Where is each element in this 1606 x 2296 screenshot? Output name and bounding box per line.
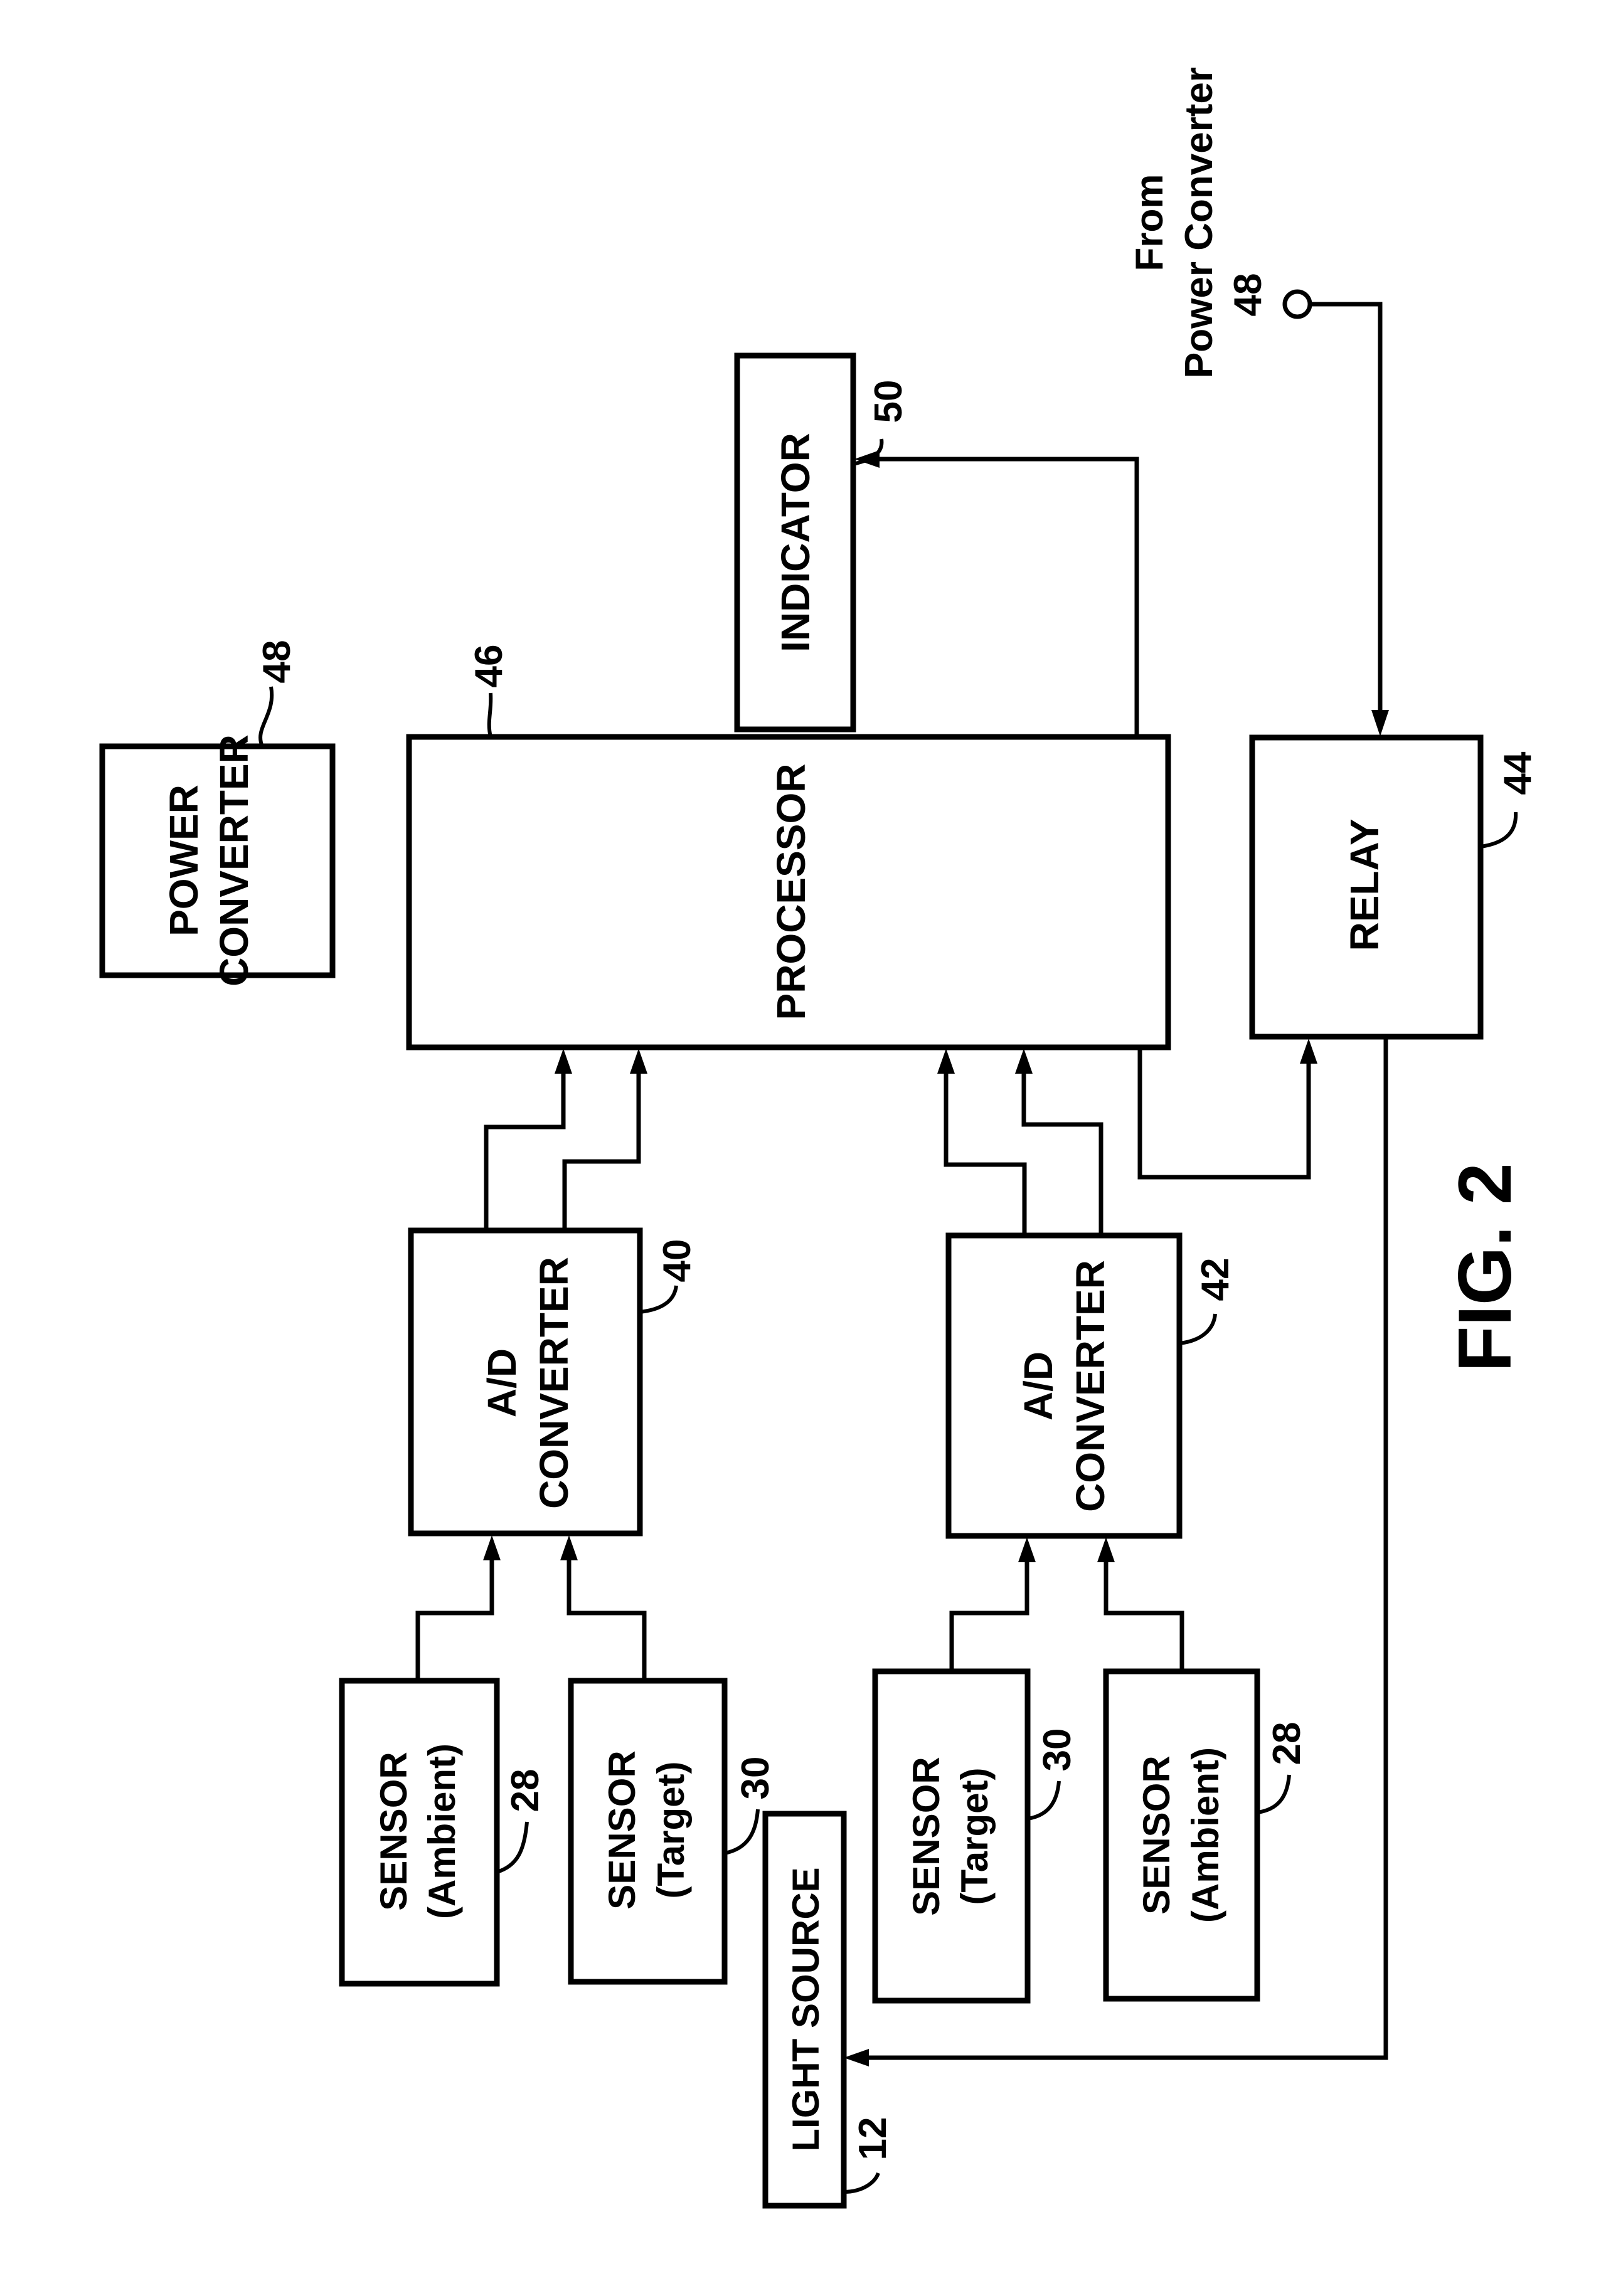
- wire-processor-to-relay: [1137, 1047, 1311, 1180]
- ref-leader: [487, 692, 493, 738]
- light-source-label: LIGHT SOURCE: [785, 1867, 827, 2151]
- wire-sensor28-to-ad40: [415, 1554, 494, 1681]
- ref-leader: [843, 2172, 880, 2194]
- arrowhead-icon: [483, 1535, 501, 1560]
- wire-processor-to-indicator: [873, 457, 1139, 737]
- arrowhead-icon: [1371, 710, 1389, 736]
- wire-power-to-relay: [1310, 302, 1383, 718]
- arrowhead-icon: [1015, 1049, 1033, 1074]
- wire-sensor30b-to-ad42: [949, 1555, 1029, 1671]
- arrowhead-icon: [1300, 1039, 1317, 1064]
- figure-caption: FIG. 2: [1443, 1163, 1527, 1372]
- wire-sensor30-to-ad40: [566, 1554, 647, 1681]
- ref-28: 28: [504, 1769, 547, 1812]
- wire-ad40-to-processor-b: [562, 1066, 641, 1230]
- ref-48: 48: [255, 640, 299, 684]
- power-converter-label-line1: POWER: [161, 785, 206, 936]
- processor-label: PROCESSOR: [768, 764, 814, 1020]
- power-converter-block: POWER CONVERTER 48: [99, 640, 336, 987]
- ref-leader: [724, 1809, 760, 1855]
- ref-leader: [1480, 812, 1518, 849]
- power-converter-label-line2: CONVERTER: [211, 734, 257, 987]
- indicator-label: INDICATOR: [773, 433, 818, 652]
- relay-block: RELAY 44: [1249, 734, 1540, 1040]
- ad-converter-40-block: A/D CONVERTER 40: [408, 1227, 699, 1537]
- ad42-label-line2: CONVERTER: [1068, 1260, 1113, 1512]
- ref-12: 12: [851, 2117, 895, 2161]
- sensor-label-line1: SENSOR: [601, 1750, 643, 1909]
- ad42-label-line1: A/D: [1016, 1352, 1061, 1420]
- indicator-block: INDICATOR 50: [734, 352, 910, 733]
- note-line-from: From: [1128, 174, 1171, 272]
- wire-sensor28b-to-ad42: [1103, 1555, 1184, 1671]
- wire-ad42-to-processor-a: [944, 1066, 1027, 1235]
- arrowhead-icon: [630, 1049, 647, 1074]
- sensor-label-line1: SENSOR: [905, 1757, 947, 1915]
- ref-30: 30: [1036, 1728, 1079, 1772]
- ad-converter-42-block: A/D CONVERTER 42: [945, 1232, 1237, 1539]
- sensor-label-line2: (Target): [650, 1762, 692, 1899]
- ref-28: 28: [1265, 1722, 1309, 1765]
- ref-30: 30: [734, 1757, 777, 1800]
- note-line-ref: 48: [1226, 273, 1270, 317]
- ad40-label-line2: CONVERTER: [531, 1257, 577, 1509]
- note-line-power-converter: Power Converter: [1178, 67, 1221, 378]
- ref-leader: [1257, 1774, 1291, 1814]
- sensor-label-line1: SENSOR: [1135, 1755, 1178, 1914]
- arrowhead-icon: [555, 1049, 572, 1074]
- sensor-label-line2: (Ambient): [1184, 1747, 1226, 1923]
- arrowhead-icon: [1097, 1537, 1115, 1562]
- ref-44: 44: [1496, 751, 1540, 795]
- arrowhead-icon: [937, 1049, 955, 1074]
- sensor-target-right-block: SENSOR (Target) 30: [872, 1668, 1079, 2004]
- arrowhead-icon: [560, 1535, 578, 1560]
- ref-40: 40: [656, 1239, 699, 1283]
- ref-leader: [496, 1821, 529, 1874]
- ref-46: 46: [467, 645, 511, 688]
- wire-ad40-to-processor-a: [484, 1066, 566, 1230]
- ad40-label-line1: A/D: [479, 1348, 524, 1417]
- ref-leader: [1179, 1313, 1217, 1345]
- ref-leader: [1027, 1780, 1061, 1821]
- ref-50: 50: [867, 380, 910, 423]
- sensor-label-line1: SENSOR: [373, 1752, 415, 1910]
- terminal-icon: [1282, 289, 1312, 319]
- wire-ad42-to-processor-b: [1021, 1066, 1103, 1235]
- sensor-ambient-right-block: SENSOR (Ambient) 28: [1103, 1668, 1309, 2002]
- arrowhead-icon: [844, 2049, 869, 2066]
- sensor-label-line2: (Ambient): [421, 1743, 463, 1919]
- sensor-ambient-left-block: SENSOR (Ambient) 28: [339, 1678, 547, 1987]
- block-diagram: POWER CONVERTER 48 PROCESSOR 46 INDICATO…: [99, 67, 1540, 2209]
- arrowhead-icon: [1018, 1537, 1036, 1562]
- sensor-target-left-block: SENSOR (Target) 30: [568, 1678, 777, 1985]
- ref-leader: [639, 1285, 678, 1314]
- relay-label: RELAY: [1342, 818, 1387, 951]
- ref-42: 42: [1194, 1258, 1237, 1301]
- ref-leader: [258, 686, 274, 748]
- external-power-note: From Power Converter 48: [1128, 67, 1270, 378]
- sensor-label-line2: (Target): [954, 1768, 996, 1905]
